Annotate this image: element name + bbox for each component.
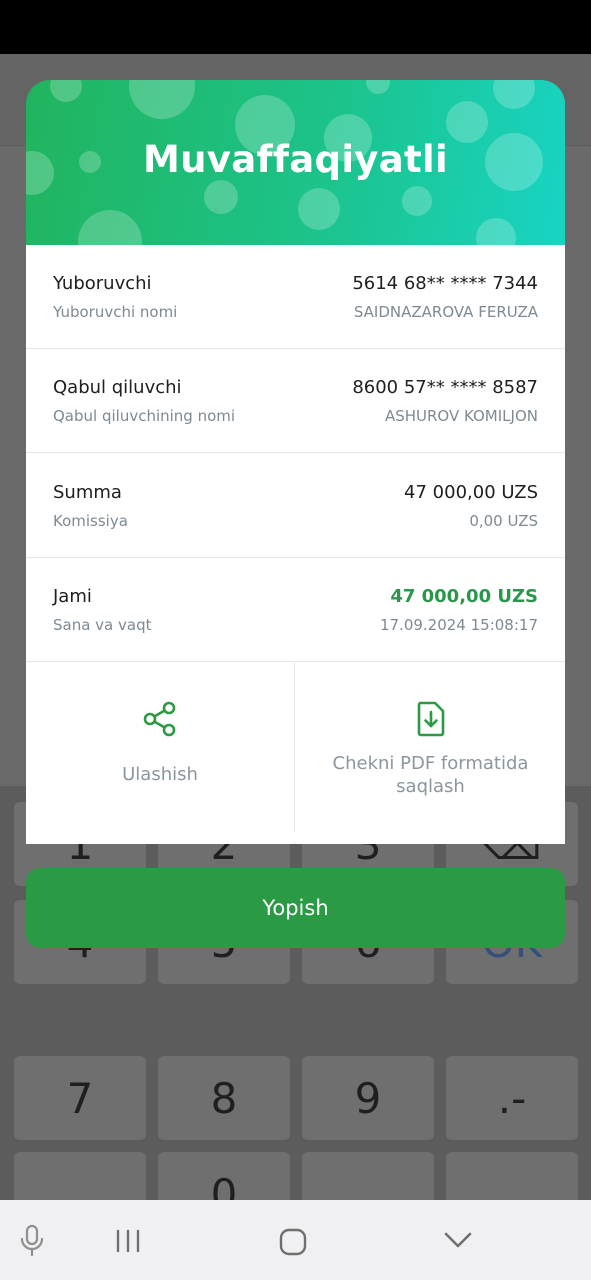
row-subvalue: ASHUROV KOMILJON	[384, 407, 538, 425]
row-subvalue: 17.09.2024 15:08:17	[379, 616, 538, 634]
row-label: Qabul qiluvchi	[53, 377, 182, 398]
share-label: Ulashish	[122, 764, 198, 785]
chevron-down-icon[interactable]	[443, 1230, 473, 1250]
recent-apps-icon[interactable]	[114, 1228, 142, 1254]
key-7[interactable]: 7	[14, 1056, 146, 1140]
row-label: Summa	[53, 482, 122, 503]
status-bar	[0, 0, 591, 54]
share-icon	[143, 701, 176, 737]
microphone-icon[interactable]	[18, 1224, 46, 1258]
row-value: 47 000,00 UZS	[404, 482, 538, 503]
key-9[interactable]: 9	[302, 1056, 434, 1140]
sender-row: Yuboruvchi Yuboruvchi nomi 5614 68** ***…	[26, 245, 565, 349]
row-subvalue: 0,00 UZS	[469, 512, 538, 530]
row-label: Jami	[53, 586, 92, 607]
row-label: Yuboruvchi	[53, 273, 152, 294]
save-pdf-button[interactable]: Chekni PDF formatida saqlash	[296, 663, 565, 844]
key-8[interactable]: 8	[158, 1056, 290, 1140]
receipt-details: Yuboruvchi Yuboruvchi nomi 5614 68** ***…	[26, 245, 565, 844]
row-sublabel: Qabul qiluvchining nomi	[53, 407, 236, 425]
close-button[interactable]: Yopish	[26, 868, 565, 948]
numeric-keypad: 1 2 3 ⌫ 4 5 6 OK 7 8 9 .- 0 ,	[0, 786, 591, 1236]
total-row: Jami Sana va vaqt 47 000,00 UZS 17.09.20…	[26, 558, 565, 662]
share-button[interactable]: Ulashish	[26, 663, 295, 844]
system-nav-bar	[0, 1200, 591, 1280]
save-pdf-label-line1: Chekni PDF formatida	[332, 753, 529, 774]
success-header: Muvaffaqiyatli	[26, 80, 565, 245]
file-download-icon	[417, 701, 445, 737]
receipt-torn-edge	[26, 832, 565, 844]
success-title: Muvaffaqiyatli	[143, 138, 448, 181]
row-value: 8600 57** **** 8587	[352, 377, 538, 398]
row-subvalue: SAIDNAZAROVA FERUZA	[353, 303, 538, 321]
receiver-row: Qabul qiluvchi Qabul qiluvchining nomi 8…	[26, 349, 565, 453]
home-icon[interactable]	[279, 1228, 307, 1256]
row-sublabel: Sana va vaqt	[53, 616, 152, 634]
row-value: 5614 68** **** 7344	[352, 273, 538, 294]
row-sublabel: Komissiya	[53, 512, 128, 530]
amount-row: Summa Komissiya 47 000,00 UZS 0,00 UZS	[26, 454, 565, 558]
receipt-actions: Ulashish Chekni PDF formatida saqlash	[26, 663, 565, 844]
receipt-card: Muvaffaqiyatli Yuboruvchi Yuboruvchi nom…	[26, 80, 565, 844]
key-minus[interactable]: .-	[446, 1056, 578, 1140]
save-pdf-label-line2: saqlash	[396, 776, 465, 797]
row-sublabel: Yuboruvchi nomi	[53, 303, 178, 321]
total-value: 47 000,00 UZS	[390, 586, 538, 607]
